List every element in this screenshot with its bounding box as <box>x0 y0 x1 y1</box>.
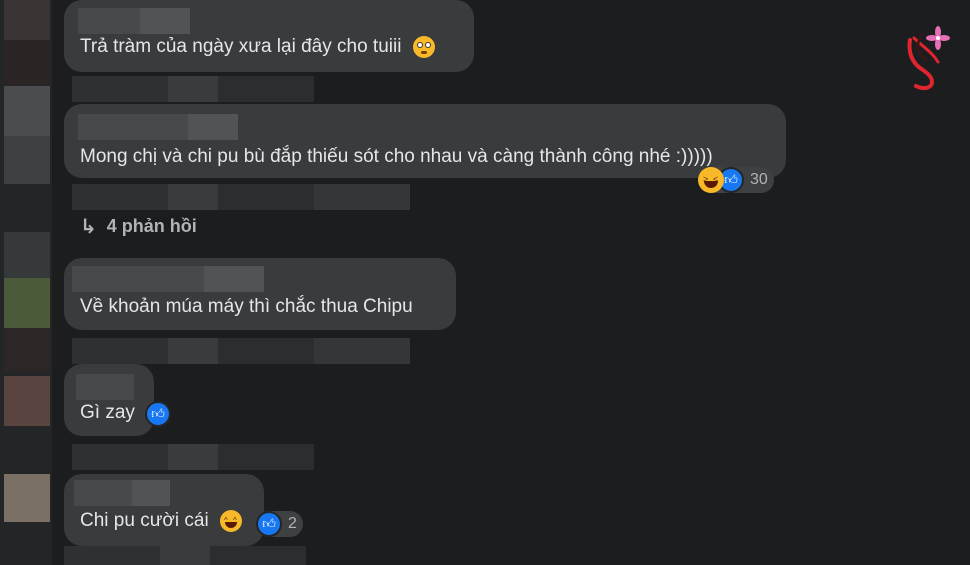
comment-actions-redacted[interactable] <box>72 76 314 102</box>
commenter-name-redacted[interactable] <box>76 374 134 400</box>
thumbs-up-icon[interactable]: 👍︎ <box>145 401 171 427</box>
avatar[interactable] <box>4 376 50 426</box>
comment-bubble: Về khoản múa máy thì chắc thua Chipu <box>64 258 456 330</box>
avatar-pixel <box>4 40 50 86</box>
site-logo <box>907 26 950 91</box>
commenter-name-redacted[interactable] <box>78 8 190 34</box>
comment-bubble: Chi pu cười cái ^ ^ <box>64 474 264 546</box>
reaction-count: 30 <box>750 171 768 188</box>
laughing-face-icon: ^ ^ <box>219 510 242 532</box>
comment-bubble: Mong chị và chi pu bù đắp thiếu sót cho … <box>64 104 786 178</box>
comment-text: Gì zay <box>80 402 135 423</box>
reply-arrow-icon: ↳ <box>80 216 97 238</box>
commenter-name-redacted[interactable] <box>78 114 238 140</box>
flushed-face-icon <box>412 36 435 58</box>
comment-text-content: Chi pu cười cái <box>80 510 209 532</box>
comment-text: Về khoản múa máy thì chắc thua Chipu <box>80 296 413 317</box>
view-replies-link[interactable]: ↳ 4 phản hồi <box>80 214 197 239</box>
avatar-column <box>0 0 52 565</box>
comment-text-content: Trả tràm của ngày xưa lại đây cho tuiii <box>80 36 402 58</box>
comment-bubble: Trả tràm của ngày xưa lại đây cho tuiii <box>64 0 474 72</box>
avatar-pixel <box>4 136 50 184</box>
avatar[interactable] <box>4 474 50 522</box>
comment-text: Mong chị và chi pu bù đắp thiếu sót cho … <box>80 146 713 167</box>
replies-count-label: 4 phản hồi <box>106 216 197 236</box>
reaction-count: 2 <box>288 515 297 532</box>
avatar[interactable] <box>4 86 50 136</box>
comment-bubble: Gì zay <box>64 364 154 436</box>
avatar-pixel <box>4 232 50 278</box>
comment-actions-redacted[interactable] <box>72 338 410 364</box>
commenter-name-redacted[interactable] <box>74 480 170 506</box>
comment-text: Chi pu cười cái ^ ^ <box>80 510 242 532</box>
comment-actions-redacted[interactable] <box>64 546 306 565</box>
comment-actions-redacted[interactable] <box>72 444 314 470</box>
comment-text: Trả tràm của ngày xưa lại đây cho tuiii <box>80 36 435 58</box>
laughing-face-icon: > < <box>698 167 724 193</box>
reaction-summary[interactable]: 👍︎ 2 <box>256 511 303 537</box>
thumbs-up-icon: 👍︎ <box>256 511 282 537</box>
comment-actions-redacted[interactable] <box>72 184 410 210</box>
avatar[interactable] <box>4 278 50 328</box>
commenter-name-redacted[interactable] <box>72 266 264 292</box>
avatar-pixel <box>4 0 50 40</box>
avatar-pixel <box>4 328 50 372</box>
reaction-summary[interactable]: > < 👍︎ 30 <box>698 167 774 193</box>
